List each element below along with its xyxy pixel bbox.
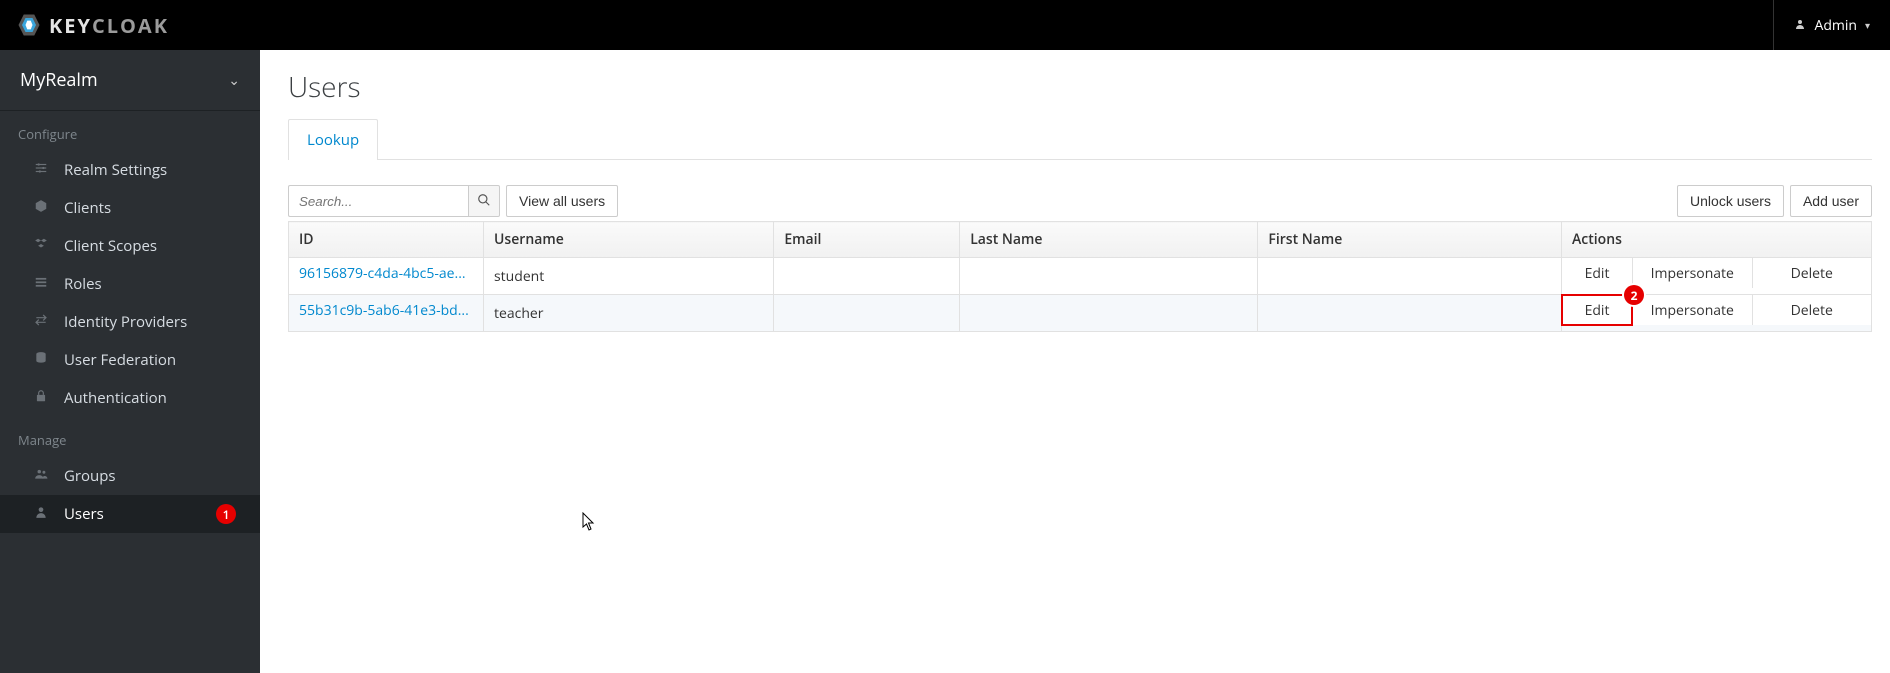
sidebar-item-groups[interactable]: Groups xyxy=(0,457,260,495)
cell-username: student xyxy=(484,258,774,295)
column-header: Last Name xyxy=(960,222,1258,258)
sidebar-item-authentication[interactable]: Authentication xyxy=(0,379,260,417)
database-icon xyxy=(32,351,50,370)
user-label: Admin xyxy=(1814,16,1857,35)
column-header: Email xyxy=(774,222,960,258)
cell-last xyxy=(960,295,1258,332)
user-id-link[interactable]: 96156879-c4da-4bc5-ae... xyxy=(299,264,466,283)
cell-first xyxy=(1258,295,1562,332)
users-icon xyxy=(32,467,50,486)
sidebar-item-users[interactable]: Users 1 xyxy=(0,495,260,533)
cell-email xyxy=(774,258,960,295)
column-header: ID xyxy=(289,222,484,258)
sidebar: MyRealm ⌄ Configure Realm Settings Clients… xyxy=(0,50,260,673)
delete-button[interactable]: Delete xyxy=(1752,258,1872,288)
actions-cell: Edit2ImpersonateDelete xyxy=(1562,295,1872,332)
actions-cell: EditImpersonateDelete xyxy=(1562,258,1872,295)
user-id-link[interactable]: 55b31c9b-5ab6-41e3-bd... xyxy=(299,301,469,320)
sidebar-item-label: Users xyxy=(64,504,104,524)
realm-selector[interactable]: MyRealm ⌄ xyxy=(0,50,260,111)
users-table: IDUsernameEmailLast NameFirst NameAction… xyxy=(288,221,1872,332)
callout-badge: 2 xyxy=(1624,285,1644,305)
sidebar-item-roles[interactable]: Roles xyxy=(0,265,260,303)
cell-email xyxy=(774,295,960,332)
toolbar: View all users Unlock users Add user xyxy=(288,185,1872,217)
column-header: Actions xyxy=(1562,222,1872,258)
keycloak-logo-icon xyxy=(15,11,43,39)
chevron-down-icon: ⌄ xyxy=(228,71,240,90)
brand-logo[interactable]: KEYCLOAK xyxy=(15,11,169,39)
top-header: KEYCLOAK Admin ▾ xyxy=(0,0,1890,50)
impersonate-button[interactable]: Impersonate xyxy=(1632,295,1752,325)
edit-button[interactable]: Edit xyxy=(1562,258,1632,288)
realm-name: MyRealm xyxy=(20,68,98,92)
cubes-icon xyxy=(32,237,50,256)
sidebar-item-identity-providers[interactable]: Identity Providers xyxy=(0,303,260,341)
delete-button[interactable]: Delete xyxy=(1752,295,1872,325)
column-header: First Name xyxy=(1258,222,1562,258)
main-content: Users Lookup View all users Unlock users xyxy=(260,50,1890,673)
edit-button[interactable]: Edit2 xyxy=(1562,295,1632,325)
user-menu[interactable]: Admin ▾ xyxy=(1773,0,1870,50)
sidebar-item-label: Identity Providers xyxy=(64,312,187,332)
page-title: Users xyxy=(288,68,1872,106)
search-icon xyxy=(477,193,491,210)
sidebar-item-client-scopes[interactable]: Client Scopes xyxy=(0,227,260,265)
lock-icon xyxy=(32,389,50,408)
chevron-down-icon: ▾ xyxy=(1865,18,1870,32)
sliders-icon xyxy=(32,161,50,180)
cell-last xyxy=(960,258,1258,295)
search-group xyxy=(288,185,500,217)
sidebar-item-user-federation[interactable]: User Federation xyxy=(0,341,260,379)
user-icon xyxy=(1794,17,1806,34)
column-header: Username xyxy=(484,222,774,258)
sidebar-item-realm-settings[interactable]: Realm Settings xyxy=(0,151,260,189)
user-icon xyxy=(32,505,50,524)
impersonate-button[interactable]: Impersonate xyxy=(1632,258,1752,288)
sidebar-badge: 1 xyxy=(216,504,236,524)
cube-icon xyxy=(32,199,50,218)
sidebar-item-clients[interactable]: Clients xyxy=(0,189,260,227)
sidebar-item-label: Clients xyxy=(64,198,111,218)
table-row: 55b31c9b-5ab6-41e3-bd... teacher Edit2Impe… xyxy=(289,295,1872,332)
callout-highlight xyxy=(1561,294,1633,326)
search-input[interactable] xyxy=(288,185,468,217)
nav-section-label: Configure xyxy=(0,111,260,151)
tab-lookup[interactable]: Lookup xyxy=(288,119,378,160)
sidebar-item-label: User Federation xyxy=(64,350,176,370)
sidebar-item-label: Authentication xyxy=(64,388,167,408)
add-user-button[interactable]: Add user xyxy=(1790,185,1872,217)
sidebar-item-label: Roles xyxy=(64,274,102,294)
brand-text: KEYCLOAK xyxy=(49,12,169,39)
sidebar-item-label: Client Scopes xyxy=(64,236,157,256)
nav-section-label: Manage xyxy=(0,417,260,457)
search-button[interactable] xyxy=(468,185,500,217)
sidebar-item-label: Realm Settings xyxy=(64,160,167,180)
view-all-users-button[interactable]: View all users xyxy=(506,185,618,217)
unlock-users-button[interactable]: Unlock users xyxy=(1677,185,1784,217)
list-icon xyxy=(32,275,50,294)
cell-username: teacher xyxy=(484,295,774,332)
sidebar-item-label: Groups xyxy=(64,466,116,486)
exchange-icon xyxy=(32,313,50,332)
tabs: Lookup xyxy=(288,118,1872,160)
cell-first xyxy=(1258,258,1562,295)
